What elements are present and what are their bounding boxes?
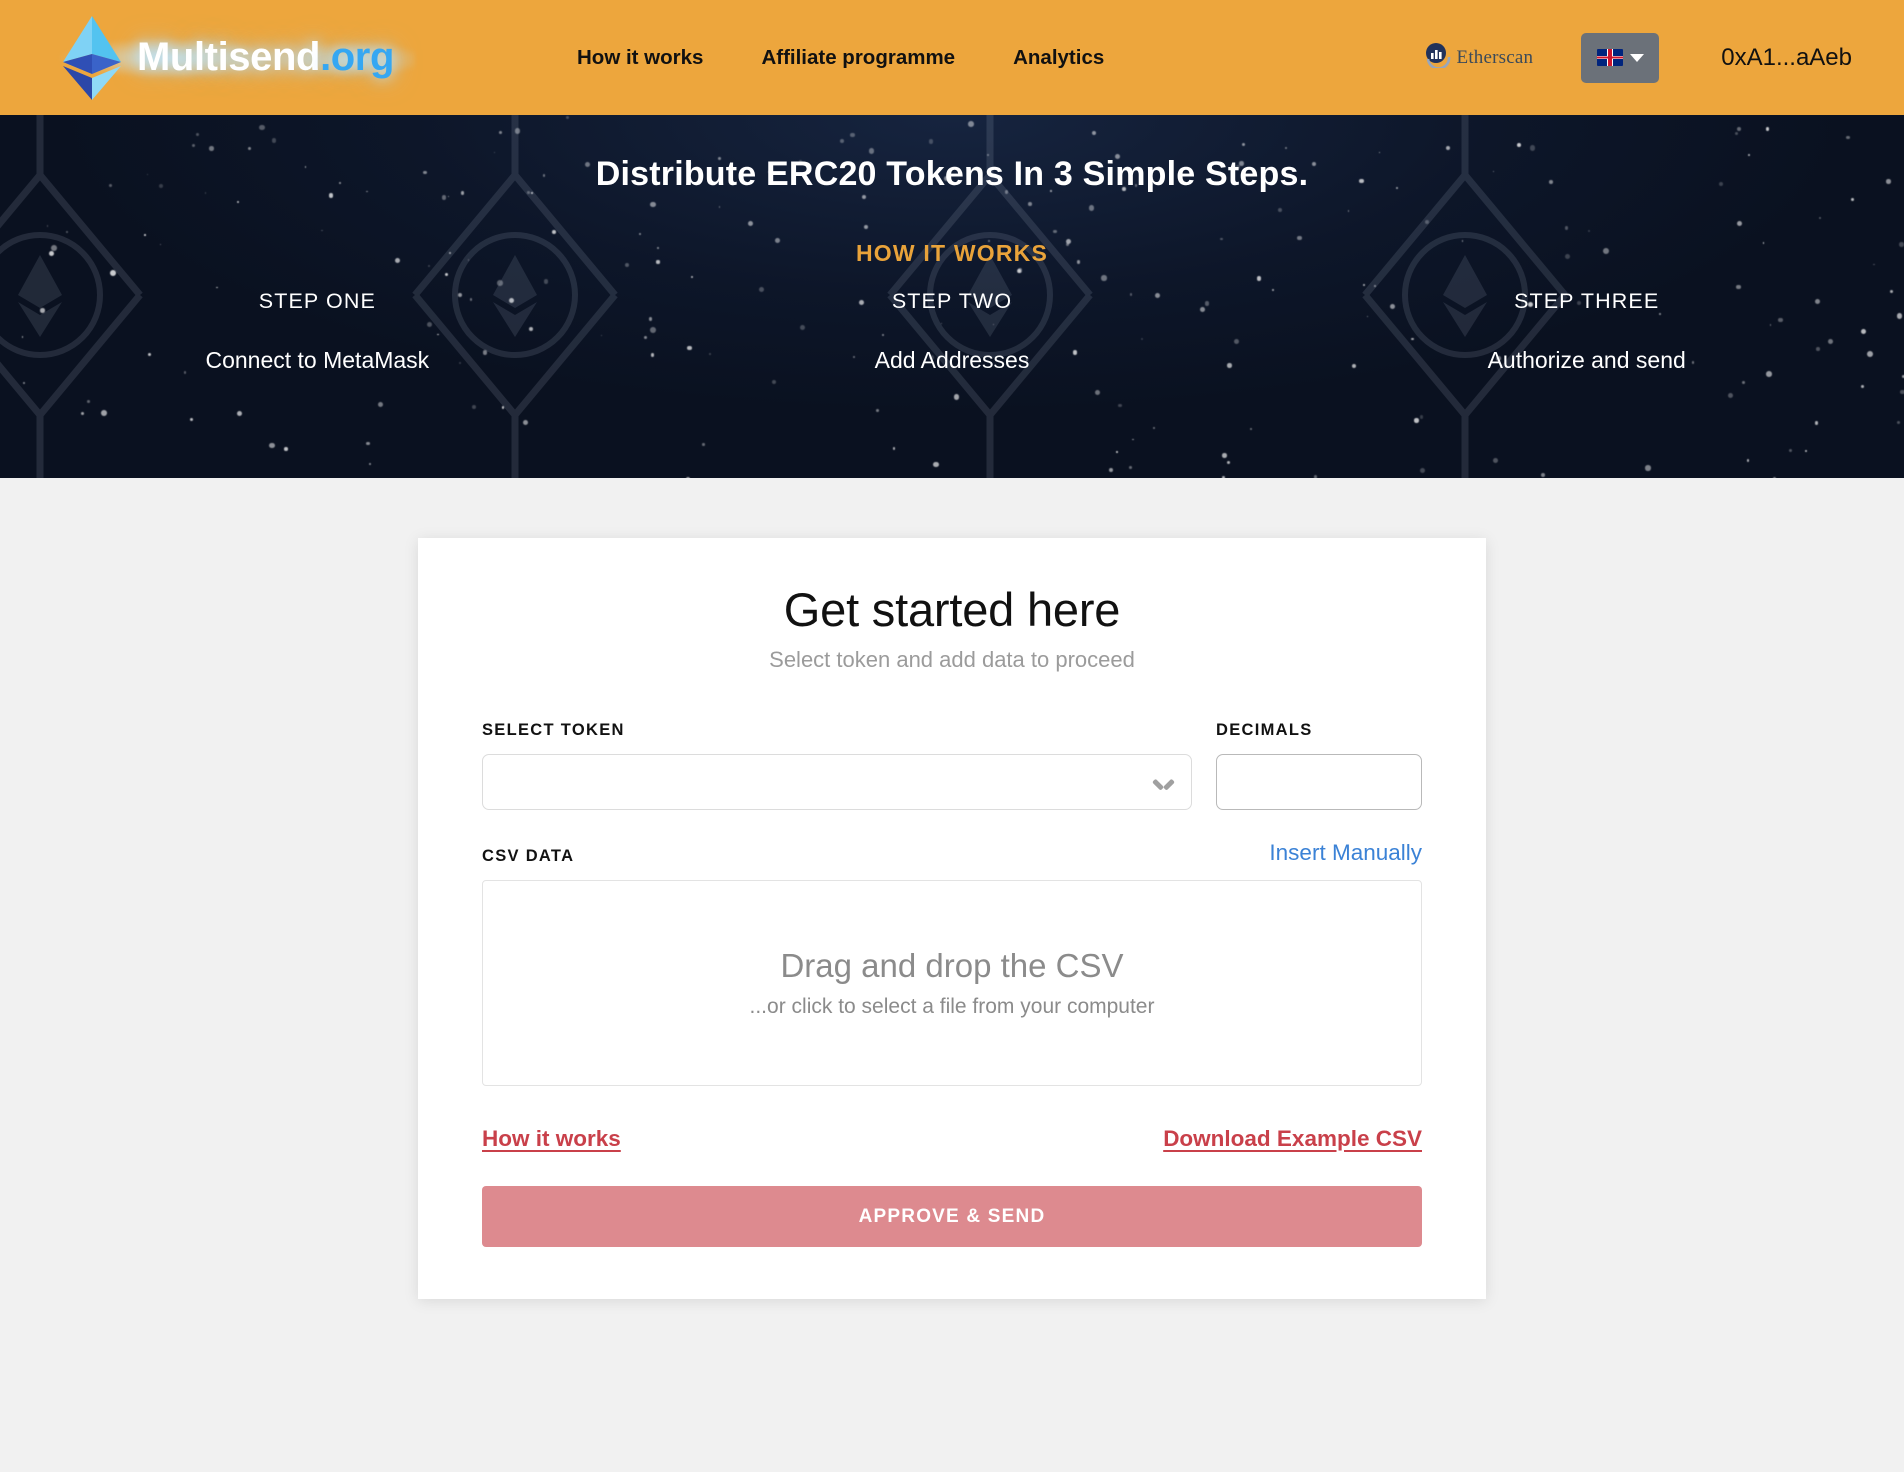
select-token-label: SELECT TOKEN [482, 721, 625, 739]
card-links-row: How it works Download Example CSV [482, 1126, 1422, 1152]
hero-banner: Distribute ERC20 Tokens In 3 Simple Step… [0, 115, 1904, 478]
hero-content: Distribute ERC20 Tokens In 3 Simple Step… [0, 115, 1904, 374]
language-selector[interactable] [1581, 32, 1660, 83]
etherscan-label: Etherscan [1456, 46, 1534, 68]
dropzone-title: Drag and drop the CSV [780, 947, 1124, 984]
uk-flag-icon [1596, 49, 1623, 66]
decimals-field: DECIMALS [1216, 721, 1422, 810]
nav-item-how-it-works[interactable]: How it works [577, 46, 703, 70]
page-title: Get started here [783, 583, 1121, 636]
csv-data-label: CSV DATA [482, 847, 575, 865]
step-three-desc: Authorize and send [1487, 347, 1686, 373]
hero-step-one: STEP ONE Connect to MetaMask [0, 289, 635, 374]
etherscan-link[interactable]: Etherscan [1425, 42, 1534, 73]
logo-text-primary: Multisend [137, 35, 321, 79]
select-token-dropdown[interactable] [482, 754, 1192, 810]
site-header: Multisend.org How it works Affiliate pro… [0, 0, 1904, 115]
step-two-title: STEP TWO [891, 289, 1013, 313]
decimals-label: DECIMALS [1216, 721, 1313, 739]
hero-step-two: STEP TWO Add Addresses [635, 289, 1270, 374]
step-one-title: STEP ONE [258, 289, 376, 313]
step-three-title: STEP THREE [1514, 289, 1660, 313]
step-two-desc: Add Addresses [874, 347, 1030, 373]
step-one-desc: Connect to MetaMask [205, 347, 430, 373]
nav-item-affiliate-programme[interactable]: Affiliate programme [761, 46, 955, 70]
hero-title: Distribute ERC20 Tokens In 3 Simple Step… [595, 155, 1309, 193]
csv-dropzone[interactable]: Drag and drop the CSV ...or click to sel… [482, 880, 1422, 1086]
header-actions: Etherscan 0xA1...aAeb [1425, 32, 1852, 83]
etherscan-logo-icon [1425, 42, 1451, 73]
logo-text-suffix: .org [320, 35, 395, 79]
logo[interactable]: Multisend.org [55, 10, 415, 106]
approve-and-send-button[interactable]: APPROVE & SEND [482, 1186, 1422, 1247]
main-nav: How it works Affiliate programme Analyti… [577, 46, 1104, 70]
chevron-down-icon [1629, 53, 1644, 62]
ethereum-diamond-icon [55, 12, 129, 104]
page-body: Get started here Select token and add da… [0, 478, 1904, 1472]
get-started-card: Get started here Select token and add da… [418, 538, 1486, 1299]
download-example-csv-link[interactable]: Download Example CSV [1163, 1126, 1422, 1152]
how-it-works-link[interactable]: How it works [482, 1126, 621, 1152]
decimals-input[interactable] [1216, 754, 1422, 810]
page-subtitle: Select token and add data to proceed [769, 647, 1135, 672]
hero-kicker: HOW IT WORKS [856, 240, 1048, 266]
hero-step-three: STEP THREE Authorize and send [1269, 289, 1904, 374]
nav-item-analytics[interactable]: Analytics [1013, 46, 1104, 70]
token-decimals-row: SELECT TOKEN DECIMALS [482, 721, 1422, 810]
logo-text: Multisend.org [137, 35, 394, 80]
select-token-field: SELECT TOKEN [482, 721, 1192, 810]
chevron-down-icon [1154, 777, 1173, 788]
wallet-address[interactable]: 0xA1...aAeb [1721, 44, 1852, 72]
csv-data-header: CSV DATA Insert Manually [482, 840, 1422, 866]
insert-manually-link[interactable]: Insert Manually [1269, 840, 1422, 866]
hero-steps: STEP ONE Connect to MetaMask STEP TWO Ad… [0, 289, 1904, 374]
dropzone-subtitle: ...or click to select a file from your c… [749, 995, 1155, 1018]
